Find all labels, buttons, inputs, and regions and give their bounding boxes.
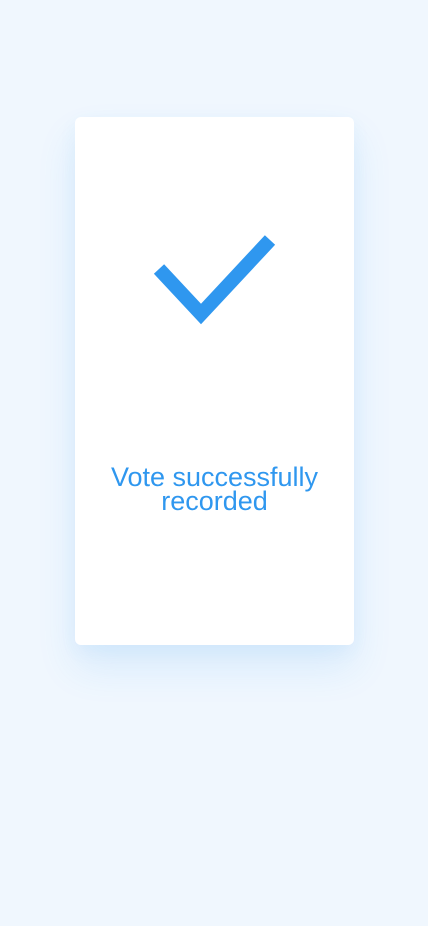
checkmark-icon: [153, 235, 276, 325]
confirmation-card: [75, 117, 354, 645]
success-message: Vote successfully recorded: [110, 462, 319, 516]
